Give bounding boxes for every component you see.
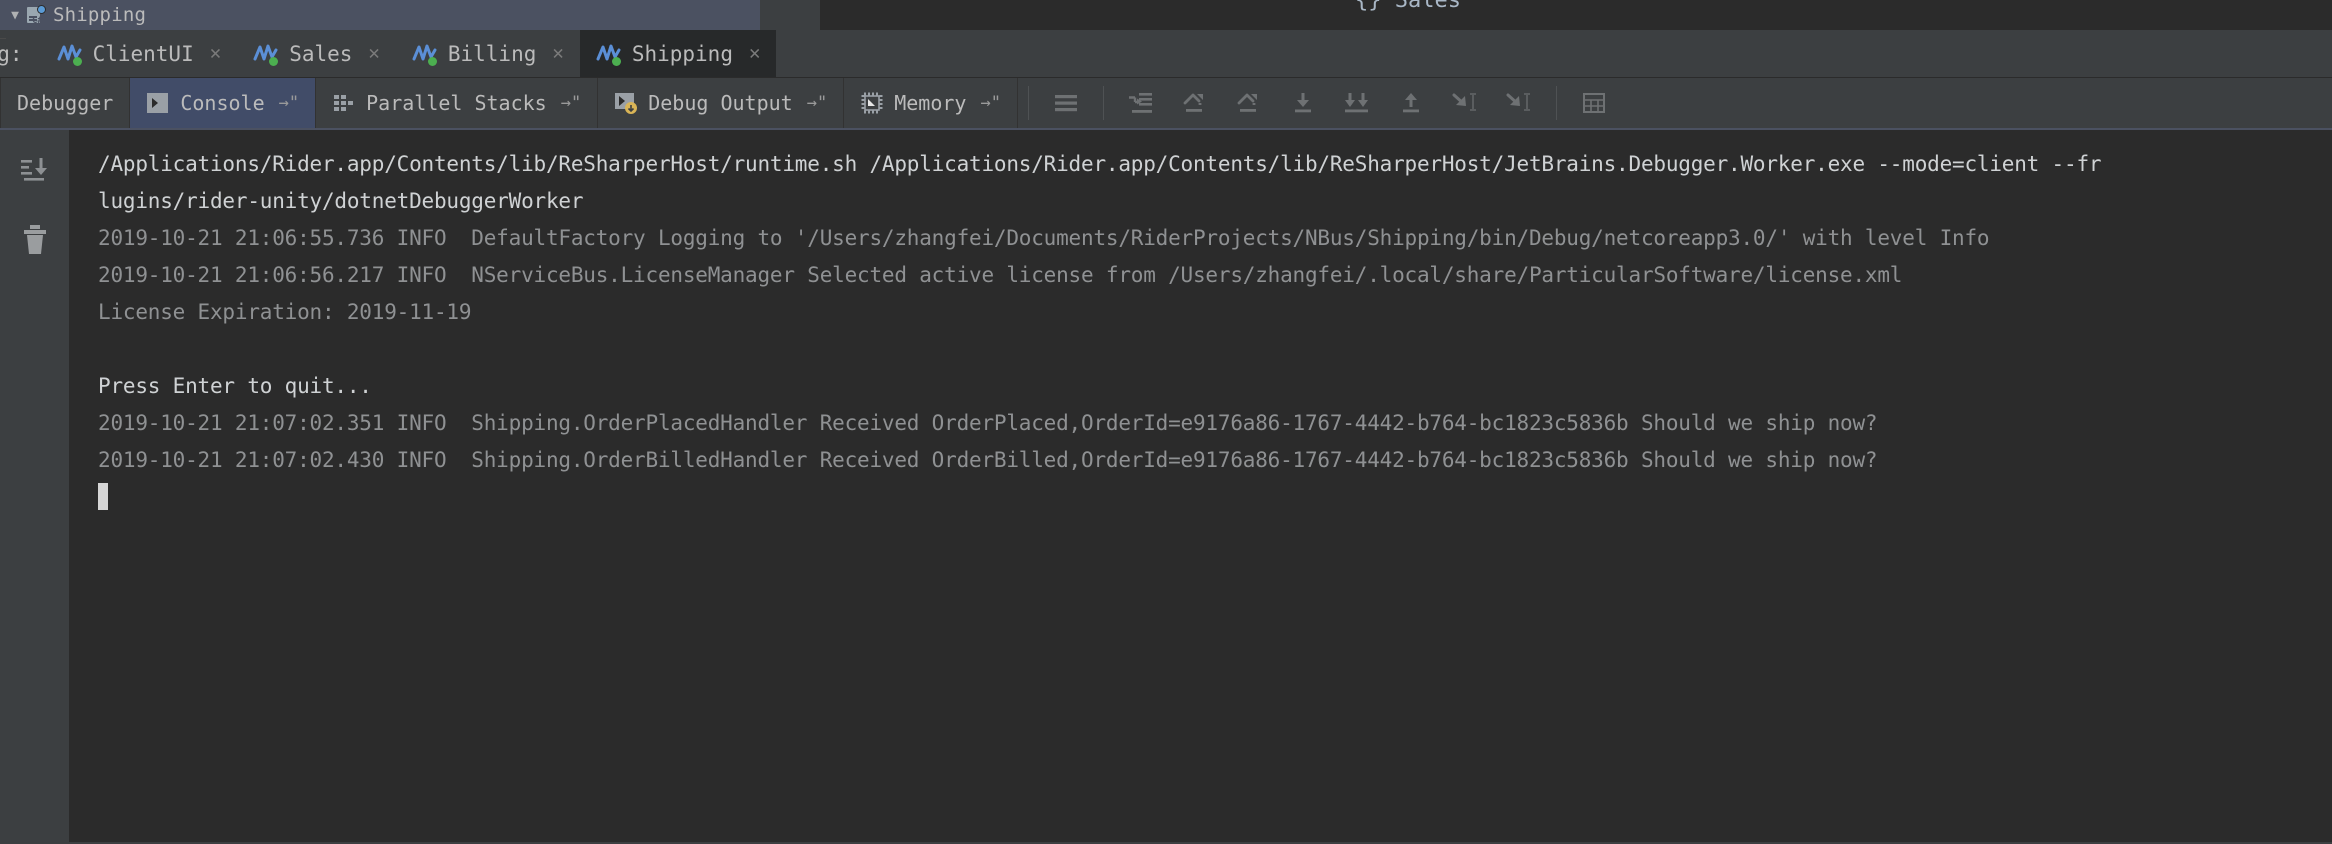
console-body: /Applications/Rider.app/Contents/lib/ReS…	[0, 38, 2332, 842]
close-icon[interactable]: ✕	[552, 44, 563, 63]
strip-gap	[760, 0, 820, 30]
step-out-button[interactable]	[1168, 78, 1222, 128]
debug-output-icon	[615, 93, 638, 114]
close-icon[interactable]: ✕	[749, 44, 760, 63]
debug-session-tab-bar: bug: ClientUI ✕ Sales ✕ Billing ✕ Shippi…	[0, 30, 2332, 78]
close-icon[interactable]: ✕	[210, 44, 221, 63]
console-caret-line	[98, 479, 2332, 516]
console-line: 2019-10-21 21:06:56.217 INFO NServiceBus…	[98, 263, 1903, 287]
tab-console[interactable]: Console →"	[130, 78, 317, 128]
close-icon[interactable]: ✕	[368, 44, 379, 63]
tab-parallel-stacks[interactable]: Parallel Stacks →"	[316, 78, 599, 128]
toolbar-divider	[1027, 86, 1029, 120]
console-line: 2019-10-21 21:07:02.430 INFO Shipping.Or…	[98, 448, 1878, 472]
scroll-to-end-icon	[20, 158, 47, 181]
toolbar-divider-2	[1102, 86, 1104, 120]
console-line: /Applications/Rider.app/Contents/lib/ReS…	[98, 152, 2102, 176]
chevron-down-icon[interactable]: ▼	[4, 9, 26, 22]
step-up-icon	[1402, 93, 1419, 113]
nservicebus-running-icon	[412, 42, 438, 66]
step-into-button[interactable]	[1276, 78, 1330, 128]
nservicebus-running-icon	[57, 42, 83, 66]
step-out-2-icon	[1237, 93, 1257, 112]
session-tab-label: Billing	[447, 41, 537, 66]
evaluate-expression-button[interactable]	[1567, 78, 1621, 128]
console-icon	[147, 93, 169, 113]
step-over-button[interactable]	[1114, 78, 1168, 128]
pin-tab-icon[interactable]: →"	[561, 93, 581, 113]
tab-label: Parallel Stacks	[366, 91, 547, 115]
force-run-to-cursor-button[interactable]	[1492, 78, 1546, 128]
debug-toolbar: Debugger Console →" Parallel Stacks →" D…	[0, 78, 2332, 130]
debug-label: bug:	[0, 30, 41, 77]
toolbar-divider-3	[1555, 86, 1557, 120]
tab-debugger[interactable]: Debugger	[0, 78, 131, 128]
console-line: 2019-10-21 21:07:02.351 INFO Shipping.Or…	[98, 411, 1878, 435]
session-tab-shipping[interactable]: Shipping ✕	[579, 30, 777, 77]
right-panel-label: {} Sales	[1355, 0, 1461, 13]
session-tab-clientui[interactable]: ClientUI ✕	[40, 30, 238, 77]
tab-debug-output[interactable]: Debug Output →"	[598, 78, 845, 128]
console-line: 2019-10-21 21:06:55.736 INFO DefaultFact…	[98, 226, 1990, 250]
force-step-into-icon	[1344, 93, 1368, 113]
console-line: lugins/rider-unity/dotnetDebuggerWorker	[98, 189, 584, 213]
force-run-to-cursor-icon	[1506, 93, 1530, 111]
pin-tab-icon[interactable]: →"	[980, 93, 1000, 113]
right-editor-strip: {} Sales	[820, 0, 2332, 30]
tab-label: Debugger	[17, 91, 114, 115]
step-over-icon	[1128, 93, 1152, 113]
tab-memory[interactable]: Memory →"	[844, 78, 1018, 128]
step-into-icon	[1294, 93, 1311, 113]
session-tab-label: Shipping	[631, 41, 733, 66]
tree-node-shipping[interactable]: ▼ C# Shipping	[0, 0, 760, 30]
clear-all-button[interactable]	[13, 218, 57, 262]
tree-node-label: Shipping	[53, 4, 147, 26]
console-gutter-toolbar	[0, 38, 70, 842]
evaluate-expression-icon	[1582, 93, 1605, 113]
soft-wrap-lines-icon	[1054, 95, 1077, 112]
project-tree-strip: ▼ C# Shipping {} Sales	[0, 0, 2332, 30]
scroll-to-end-button[interactable]	[13, 148, 57, 192]
session-tab-label: Sales	[289, 41, 353, 66]
run-to-cursor-icon	[1452, 93, 1476, 111]
step-out-icon	[1183, 93, 1203, 112]
console-line: Press Enter to quit...	[98, 374, 372, 398]
parallel-stacks-icon	[334, 95, 354, 111]
text-caret	[98, 483, 108, 510]
tab-label: Debug Output	[648, 91, 793, 115]
tab-label: Memory	[894, 91, 967, 115]
session-tab-sales[interactable]: Sales ✕	[237, 30, 396, 77]
run-to-cursor-button[interactable]	[1438, 78, 1492, 128]
nservicebus-running-icon	[253, 42, 279, 66]
step-out-2-button[interactable]	[1222, 78, 1276, 128]
session-tab-label: ClientUI	[92, 41, 194, 66]
nservicebus-running-icon	[596, 42, 622, 66]
pin-tab-icon[interactable]: →"	[279, 93, 299, 113]
session-tab-billing[interactable]: Billing ✕	[395, 30, 580, 77]
soft-wrap-button[interactable]	[1039, 78, 1093, 128]
force-step-into-button[interactable]	[1330, 78, 1384, 128]
memory-chip-icon	[861, 92, 883, 114]
console-output[interactable]: /Applications/Rider.app/Contents/lib/ReS…	[70, 130, 2332, 842]
pin-tab-icon[interactable]: →"	[807, 93, 827, 113]
trash-icon	[23, 225, 46, 254]
step-up-button[interactable]	[1384, 78, 1438, 128]
tab-label: Console	[180, 91, 265, 115]
console-line: License Expiration: 2019-11-19	[98, 300, 472, 324]
csharp-project-icon: C#	[26, 5, 46, 26]
